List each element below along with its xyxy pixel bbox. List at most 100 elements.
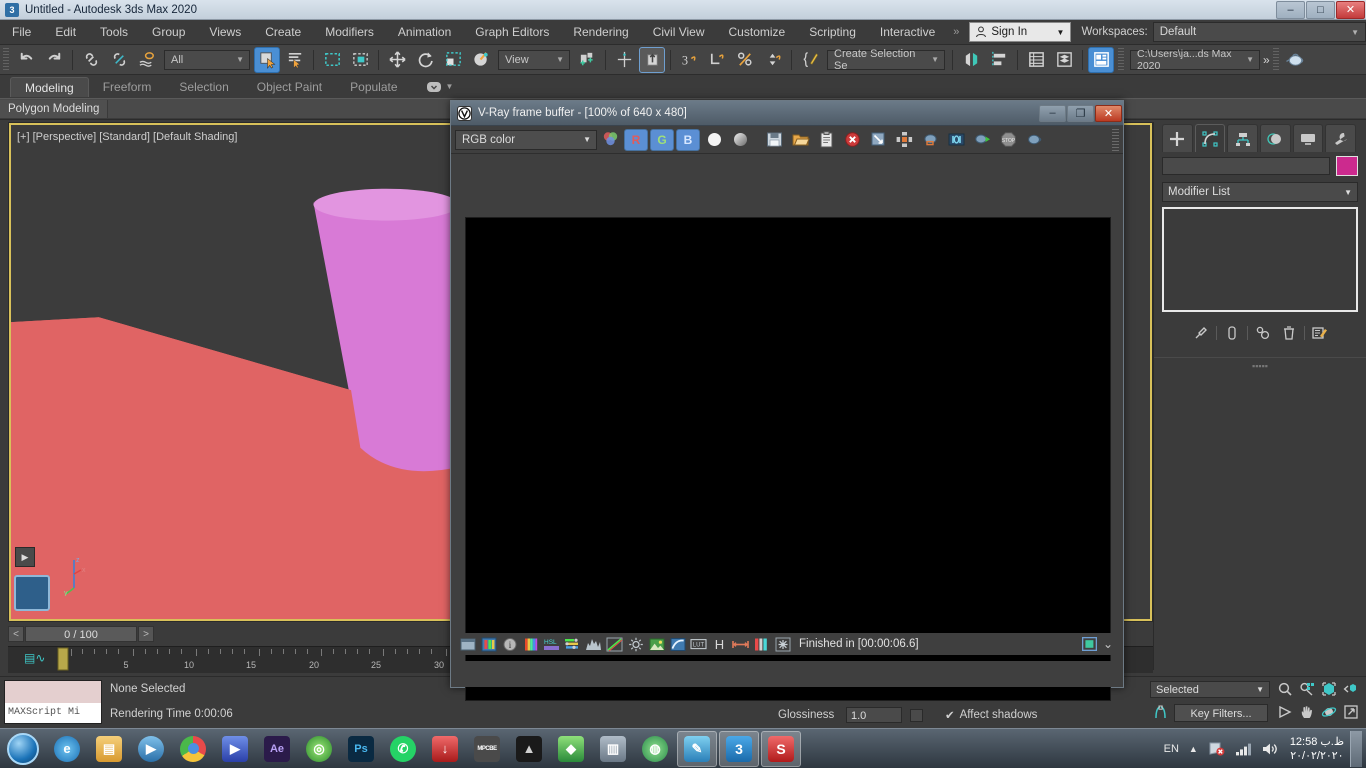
maximize-viewport-toggle-icon[interactable]: [1340, 701, 1361, 723]
taskbar-s-app[interactable]: S: [761, 730, 801, 767]
menu-item-civil-view[interactable]: Civil View: [641, 20, 717, 45]
vfb-close-button[interactable]: ✕: [1095, 104, 1122, 122]
spinner-snap-toggle-icon[interactable]: [760, 47, 786, 73]
vfb-image-viewer-icon[interactable]: [458, 635, 477, 653]
viewport-expand-button[interactable]: ▶: [15, 547, 35, 567]
chevron-down-icon[interactable]: ▼: [583, 135, 591, 144]
maxscript-mini-listener[interactable]: MAXScript Mi: [4, 680, 102, 724]
start-button[interactable]: [0, 730, 46, 768]
chevron-down-icon[interactable]: ▼: [1344, 188, 1352, 197]
menu-item-create[interactable]: Create: [253, 20, 313, 45]
object-color-swatch[interactable]: [1336, 156, 1358, 176]
affect-shadows-checkbox[interactable]: ✔: [945, 708, 955, 722]
sign-in-button[interactable]: Sign In ▼: [969, 22, 1072, 42]
align-icon[interactable]: [639, 46, 665, 73]
vfb-save-image-icon[interactable]: [762, 129, 786, 151]
select-by-name-icon[interactable]: [282, 47, 308, 73]
vfb-white-balance-icon[interactable]: [626, 635, 645, 653]
vfb-vray-vfb-settings-icon[interactable]: [479, 635, 498, 653]
taskbar-photoshop[interactable]: Ps: [341, 731, 381, 767]
field-of-view-icon[interactable]: [1274, 701, 1295, 723]
menu-item-customize[interactable]: Customize: [717, 20, 798, 45]
chevron-down-icon[interactable]: ▼: [931, 55, 939, 64]
window-maximize-button[interactable]: □: [1306, 0, 1335, 19]
vfb-alpha-channel-icon[interactable]: [702, 129, 726, 151]
vfb-clipboard-icon[interactable]: [814, 129, 838, 151]
material-editor-icon[interactable]: [1088, 46, 1114, 73]
vfb-render-image[interactable]: [465, 217, 1111, 701]
ribbon-options-icon[interactable]: ▼: [412, 77, 468, 97]
vfb-clear-image-icon[interactable]: [840, 129, 864, 151]
menu-item-modifiers[interactable]: Modifiers: [313, 20, 386, 45]
window-close-button[interactable]: ✕: [1336, 0, 1365, 19]
select-and-place-icon[interactable]: [468, 47, 494, 73]
menu-item-graph-editors[interactable]: Graph Editors: [463, 20, 561, 45]
rectangular-selection-region-icon[interactable]: [319, 47, 345, 73]
glossiness-map-button[interactable]: [910, 708, 923, 722]
maxscript-output-pane[interactable]: [5, 681, 101, 703]
vfb-curve-levels-icon[interactable]: [563, 635, 582, 653]
vfb-color-corrections-icon[interactable]: [521, 635, 540, 653]
menu-item-animation[interactable]: Animation: [386, 20, 463, 45]
zoom-icon[interactable]: [1274, 678, 1295, 700]
percent-snap-toggle-icon[interactable]: [732, 47, 758, 73]
taskbar-whatsapp[interactable]: ✆: [383, 731, 423, 767]
remove-modifier-icon[interactable]: [1278, 323, 1300, 343]
vfb-compare-horizontal-icon[interactable]: [731, 635, 750, 653]
toolbar-grip[interactable]: [3, 47, 9, 72]
undo-icon[interactable]: [13, 47, 39, 73]
vfb-expand-panel-icon[interactable]: ⌄: [1103, 637, 1113, 651]
chevron-down-icon[interactable]: ▼: [556, 55, 564, 64]
vfb-rgb-channels-icon[interactable]: [598, 129, 622, 151]
next-frame-button[interactable]: >: [138, 626, 154, 642]
bind-to-space-warp-icon[interactable]: [134, 47, 160, 73]
vfb-lut-icon[interactable]: LUT: [689, 635, 708, 653]
menu-overflow-icon[interactable]: »: [947, 26, 965, 38]
vfb-curve-correction-icon[interactable]: [605, 635, 624, 653]
key-mode-select[interactable]: Selected ▼: [1150, 681, 1270, 698]
taskbar-sublime-text[interactable]: ◆: [551, 731, 591, 767]
volume-icon[interactable]: [1262, 742, 1279, 756]
viewport-view-cube[interactable]: [14, 575, 50, 611]
vfb-toolbar-grip[interactable]: [1112, 128, 1119, 151]
prev-frame-button[interactable]: <: [8, 626, 24, 642]
taskbar-mpc-be[interactable]: MPCBE: [467, 731, 507, 767]
vfb-maximize-button[interactable]: ❐: [1067, 104, 1094, 122]
menu-item-views[interactable]: Views: [197, 20, 253, 45]
vfb-info-icon[interactable]: i: [500, 635, 519, 653]
glossiness-spinner[interactable]: 1.0: [846, 707, 902, 723]
vfb-render-play-icon[interactable]: [970, 129, 994, 151]
menu-item-tools[interactable]: Tools: [88, 20, 140, 45]
workspaces-select[interactable]: Default ▼: [1152, 22, 1366, 42]
viewport-label[interactable]: [+] [Perspective] [Standard] [Default Sh…: [17, 131, 237, 143]
utilities-tab[interactable]: [1325, 124, 1357, 152]
pin-stack-icon[interactable]: [1190, 323, 1212, 343]
vfb-duplicate-to-max-icon[interactable]: [866, 129, 890, 151]
menu-item-edit[interactable]: Edit: [43, 20, 88, 45]
vfb-monochrome-icon[interactable]: [728, 129, 752, 151]
hierarchy-tab[interactable]: [1227, 124, 1259, 152]
chevron-down-icon[interactable]: ▼: [236, 55, 244, 64]
set-key-icon[interactable]: [1152, 704, 1170, 722]
project-folder-select[interactable]: C:\Users\ja...ds Max 2020 ▼: [1130, 48, 1260, 72]
taskbar-brush-app[interactable]: ✎: [677, 730, 717, 767]
vfb-blue-channel-button[interactable]: B: [676, 128, 700, 151]
ribbon-tab-modeling[interactable]: Modeling: [10, 77, 89, 97]
maxscript-input-pane[interactable]: MAXScript Mi: [5, 703, 101, 723]
zoom-all-icon[interactable]: [1296, 678, 1317, 700]
chevron-down-icon[interactable]: ▼: [1351, 28, 1359, 37]
menu-item-file[interactable]: File: [0, 20, 43, 45]
chevron-down-icon[interactable]: ▼: [1256, 685, 1264, 694]
pan-hand-icon[interactable]: [1296, 701, 1317, 723]
scene-explorer-icon[interactable]: [1051, 47, 1077, 73]
taskbar-google-chrome[interactable]: [173, 731, 213, 767]
menu-item-group[interactable]: Group: [140, 20, 197, 45]
taskbar-internet-explorer[interactable]: e: [47, 731, 87, 767]
3d-snaps-toggle-icon[interactable]: 3: [676, 47, 702, 73]
vfb-green-channel-button[interactable]: G: [650, 128, 674, 151]
selection-filter-select[interactable]: All ▼: [164, 49, 250, 70]
layer-explorer-icon[interactable]: [1023, 47, 1049, 73]
vfb-hsl-icon[interactable]: HSL: [542, 635, 561, 653]
modifier-stack-list[interactable]: [1162, 207, 1358, 312]
select-and-link-icon[interactable]: [78, 47, 104, 73]
